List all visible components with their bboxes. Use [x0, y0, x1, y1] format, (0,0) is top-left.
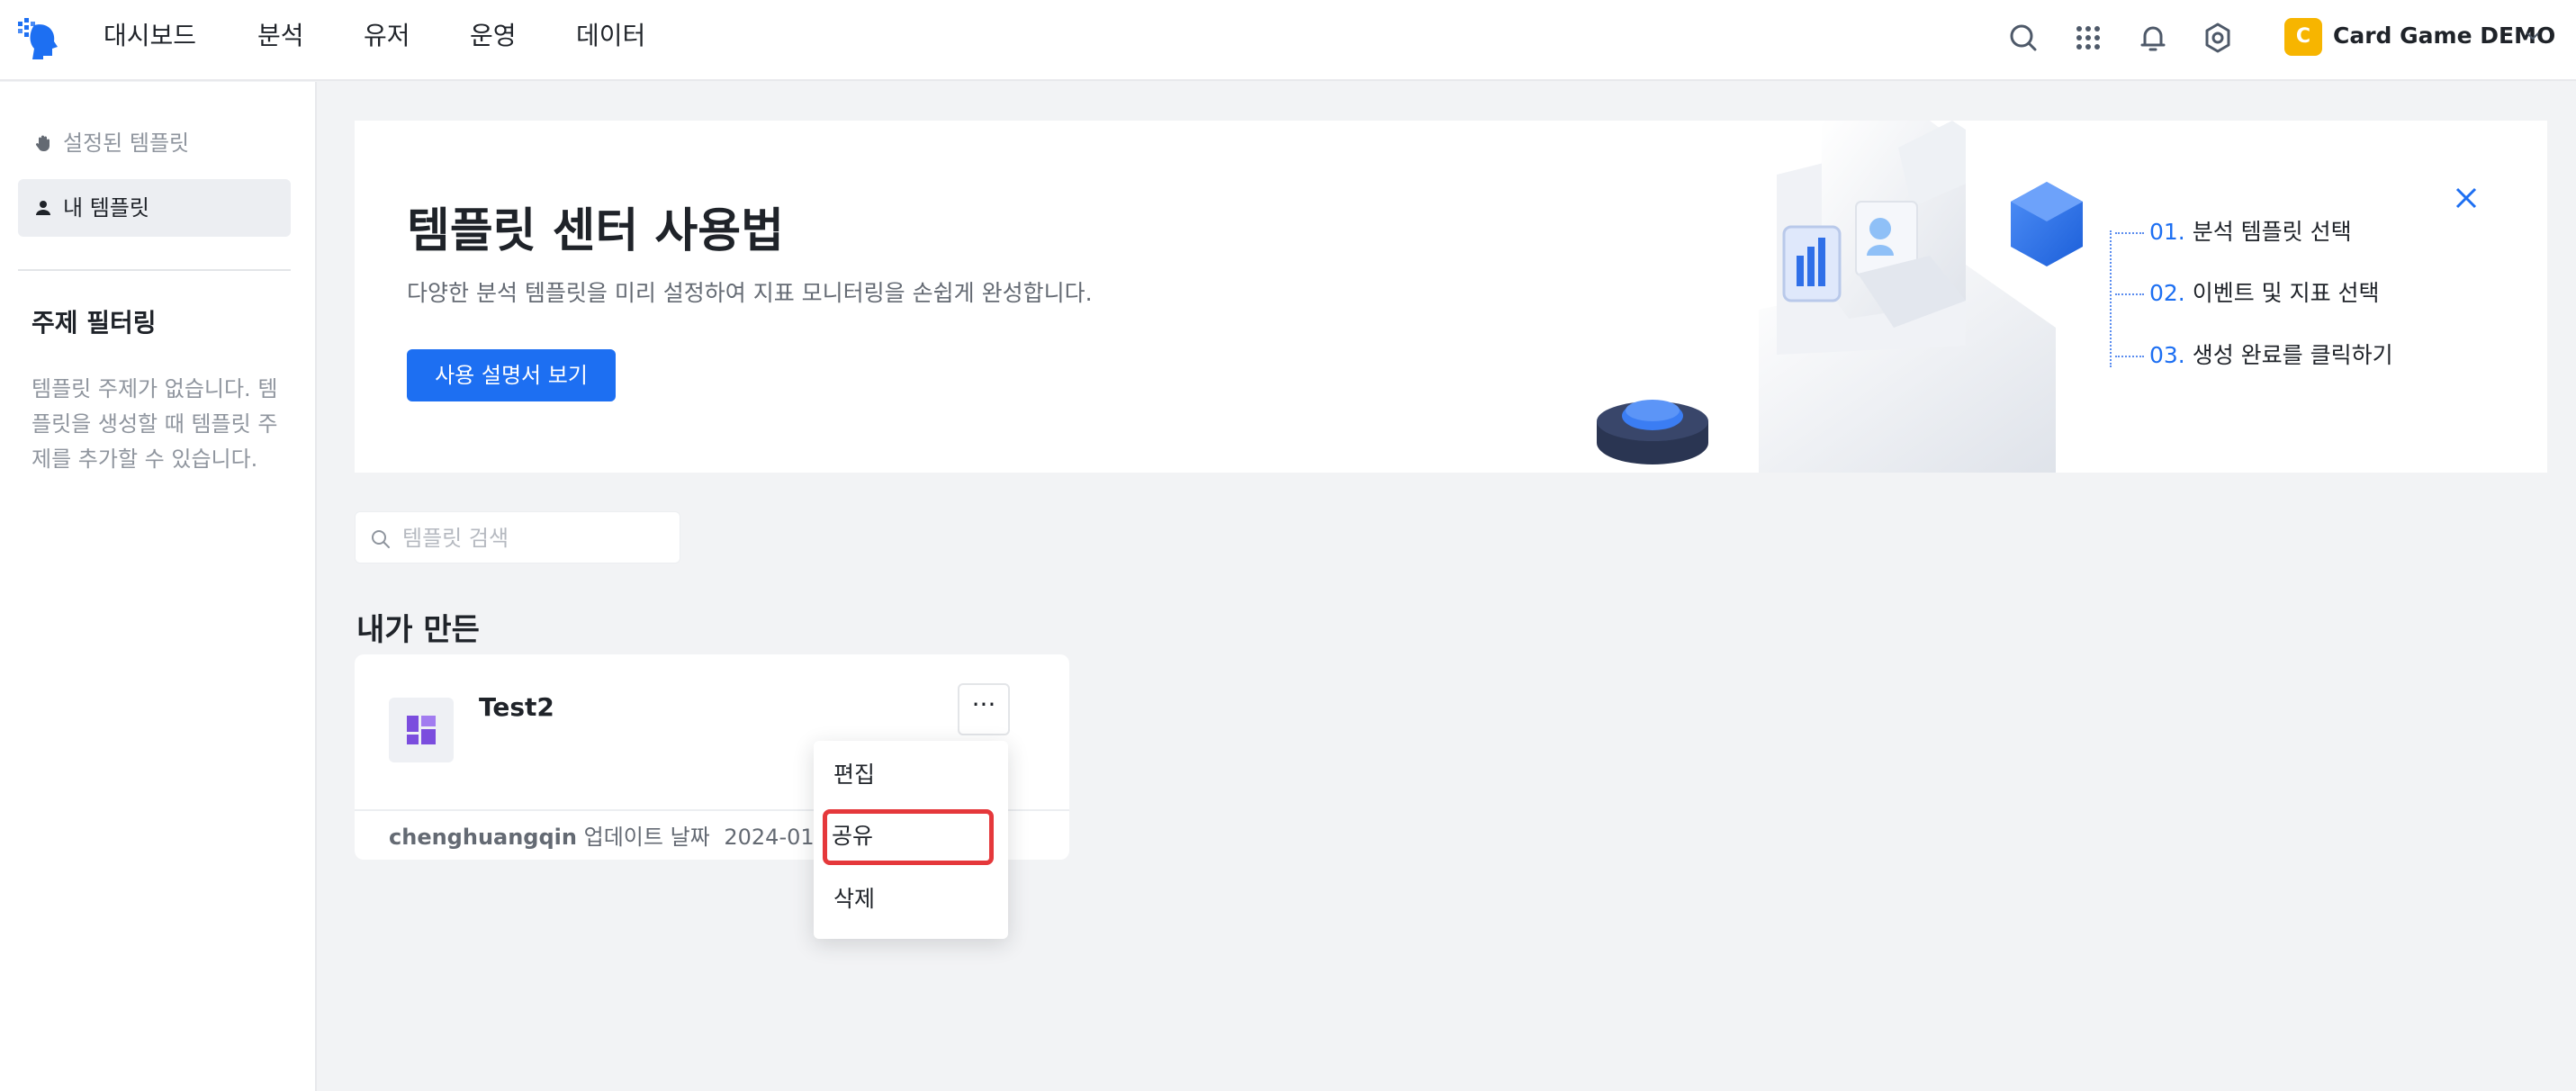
- settings-gear-icon[interactable]: [2200, 20, 2236, 56]
- guide-step-1: 01. 분석 템플릿 선택: [2115, 216, 2352, 248]
- search-input[interactable]: [402, 521, 663, 555]
- nav-data[interactable]: 데이터: [576, 18, 645, 54]
- card-footer: chenghuangqin 업데이트 날짜 2024-01-15: [389, 820, 850, 854]
- guide-step-3: 03. 생성 완료를 클릭하기: [2115, 339, 2393, 372]
- template-thumbnail: [389, 698, 454, 762]
- template-title[interactable]: Test2: [479, 692, 554, 722]
- author-name: chenghuangqin: [389, 825, 577, 850]
- step-label: 분석 템플릿 선택: [2192, 219, 2352, 245]
- close-icon[interactable]: [2452, 184, 2481, 212]
- section-title: 내가 만든: [356, 612, 480, 648]
- filter-heading: 주제 필터링: [32, 308, 157, 338]
- guide-banner: 템플릿 센터 사용법 다양한 분석 템플릿을 미리 설정하여 지표 모니터링을 …: [355, 121, 2547, 473]
- banner-description: 다양한 분석 템플릿을 미리 설정하여 지표 모니터링을 손쉽게 완성합니다.: [407, 280, 1093, 306]
- menu-item-delete[interactable]: 삭제: [833, 881, 875, 917]
- step-number: 01.: [2149, 219, 2185, 245]
- nav-dashboard[interactable]: 대시보드: [104, 18, 196, 54]
- sidebar-item-label: 설정된 템플릿: [63, 131, 190, 156]
- guide-step-2: 02. 이벤트 및 지표 선택: [2115, 277, 2380, 310]
- bell-icon[interactable]: [2135, 20, 2171, 56]
- step-number: 03.: [2149, 342, 2185, 368]
- search-icon[interactable]: [2005, 20, 2041, 56]
- step-connector: [2110, 230, 2149, 367]
- user-icon: [36, 201, 50, 215]
- sidebar: 설정된 템플릿 내 템플릿 주제 필터링 템플릿 주제가 없습니다. 템플릿을 …: [0, 82, 317, 1091]
- filter-empty-text: 템플릿 주제가 없습니다. 템플릿을 생성할 때 템플릿 주제를 추가할 수 있…: [32, 376, 278, 472]
- step-label: 이벤트 및 지표 선택: [2192, 280, 2380, 306]
- sidebar-item-preset-templates[interactable]: 설정된 템플릿: [18, 114, 291, 172]
- logo-icon[interactable]: [16, 16, 61, 61]
- layout-icon: [407, 716, 436, 744]
- nav-analysis[interactable]: 분석: [257, 18, 304, 54]
- chevron-down-icon[interactable]: [2524, 27, 2542, 45]
- sidebar-item-label: 내 템플릿: [63, 195, 149, 221]
- banner-title: 템플릿 센터 사용법: [407, 204, 784, 258]
- menu-item-share[interactable]: 공유: [832, 818, 873, 854]
- project-switcher[interactable]: Card Game DEMO: [2333, 18, 2555, 54]
- step-number: 02.: [2149, 280, 2185, 306]
- sidebar-item-my-templates[interactable]: 내 템플릿: [18, 179, 291, 237]
- apps-grid-icon[interactable]: [2070, 20, 2106, 56]
- nav-users[interactable]: 유저: [364, 18, 410, 54]
- step-label: 생성 완료를 클릭하기: [2192, 342, 2393, 368]
- project-avatar[interactable]: C: [2284, 18, 2322, 56]
- view-manual-button[interactable]: 사용 설명서 보기: [407, 349, 616, 401]
- card-options-menu: 편집 공유 삭제: [814, 741, 1008, 939]
- nav-operations[interactable]: 운영: [470, 18, 517, 54]
- sidebar-divider: [18, 269, 291, 271]
- template-search: [355, 511, 680, 564]
- top-navbar: 대시보드 분석 유저 운영 데이터 C Card Game DEMO: [0, 0, 2576, 81]
- more-options-button[interactable]: ···: [958, 683, 1010, 735]
- hand-icon: [35, 135, 50, 151]
- updated-label: 업데이트 날짜: [583, 825, 710, 850]
- menu-item-edit[interactable]: 편집: [833, 757, 875, 793]
- search-icon: [372, 530, 390, 548]
